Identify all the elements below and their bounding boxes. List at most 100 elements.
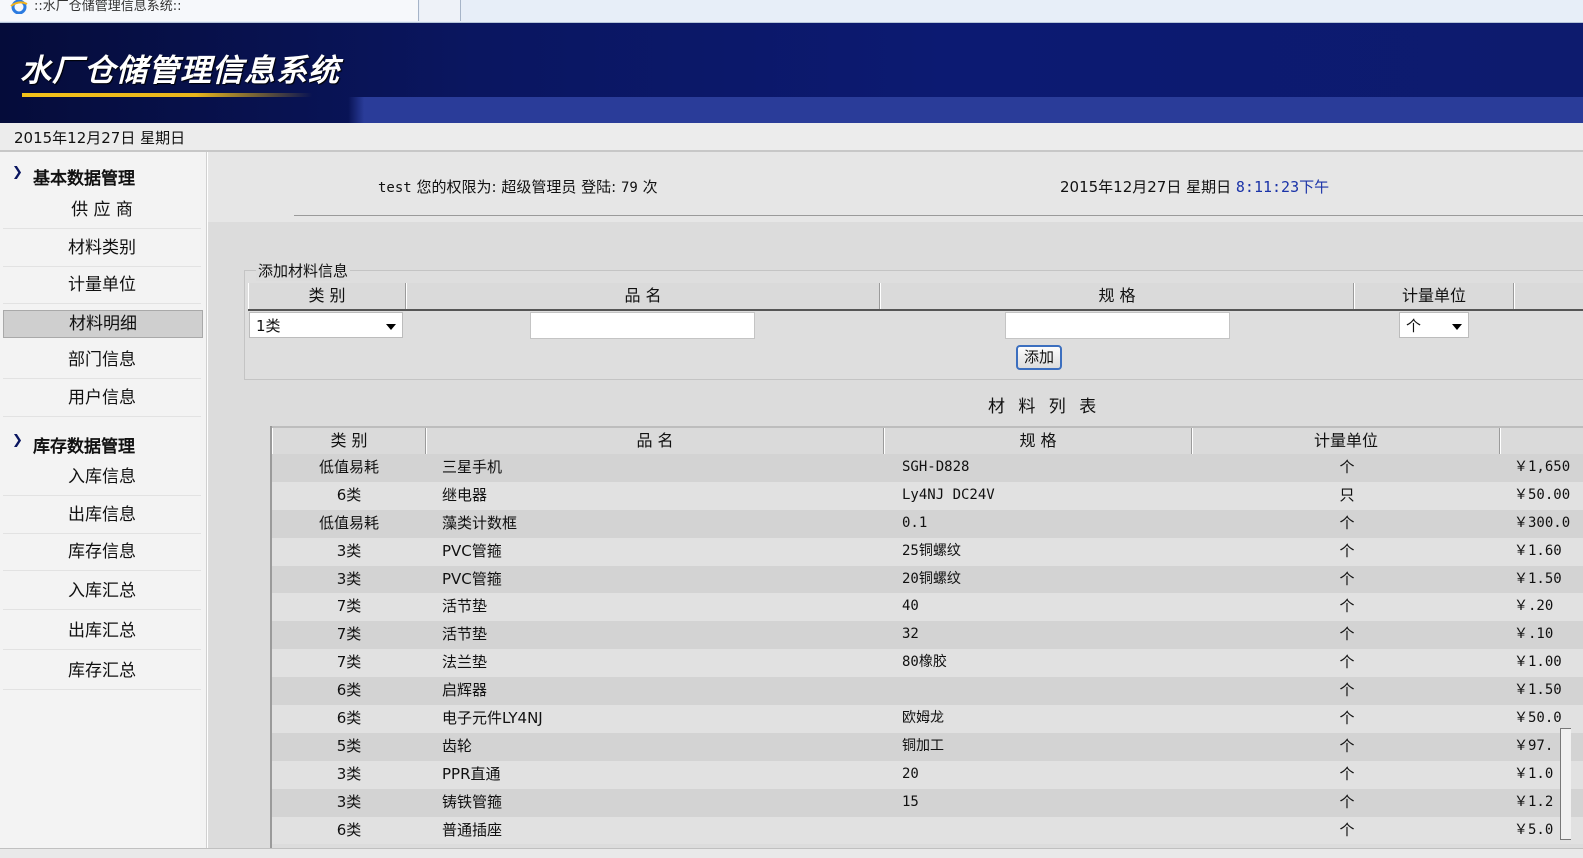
sidebar-section-basic-data[interactable]: ❯ 基本数据管理 <box>0 160 200 189</box>
browser-tab-bar: ::水厂仓储管理信息系统:: <box>0 0 1583 23</box>
cell-category: 5类 <box>336 736 362 755</box>
name-input[interactable] <box>530 312 755 339</box>
spec-input[interactable] <box>1005 312 1230 339</box>
col-header-spec: 规 格 <box>884 428 1192 454</box>
sidebar-item-stock-out[interactable]: 出库信息 <box>3 497 201 534</box>
col-header-price: 单 <box>1500 428 1583 454</box>
cell-price: ￥1,650 <box>1514 459 1571 475</box>
cell-category: 6类 <box>336 709 362 728</box>
sidebar-item-stock-in[interactable]: 入库信息 <box>3 459 201 496</box>
cell-spec: 80橡胶 <box>902 654 947 671</box>
browser-tab-title: ::水厂仓储管理信息系统:: <box>34 0 182 14</box>
cell-spec: Ly4NJ DC24V <box>902 486 995 503</box>
table-row[interactable]: 3类 PPR直通 20 个 ￥1.0 <box>272 760 1583 789</box>
cell-category: 3类 <box>336 541 362 560</box>
cell-price: ￥1.60 <box>1514 542 1562 559</box>
cell-price: ￥300.0 <box>1514 514 1571 531</box>
cell-category: 低值易耗 <box>318 513 379 532</box>
cell-unit: 个 <box>1339 709 1355 728</box>
divider <box>294 215 1583 216</box>
sidebar-item-supplier[interactable]: 供 应 商 <box>3 192 201 229</box>
sidebar-item-unit[interactable]: 计量单位 <box>3 267 201 304</box>
table-row[interactable]: 3类 PVC管箍 25铜螺纹 个 ￥1.60 <box>272 537 1583 566</box>
cell-name: 继电器 <box>442 485 488 504</box>
date-bar: 2015年12月27日 星期日 <box>0 123 1583 152</box>
table-row[interactable]: 7类 活节垫 32 个 ￥.10 <box>272 621 1583 650</box>
col-header-category: 类 别 <box>272 428 426 454</box>
new-tab-button[interactable] <box>420 0 461 21</box>
sidebar-item-inventory-summary[interactable]: 库存汇总 <box>3 653 201 690</box>
form-header-unit: 计量单位 <box>1354 283 1514 309</box>
header-time: 8:11:23下午 <box>1235 178 1330 196</box>
sidebar-item-user[interactable]: 用户信息 <box>3 380 201 417</box>
table-header: 类 别 品 名 规 格 计量单位 单 <box>272 426 1583 456</box>
cell-price: ￥5.0 <box>1514 821 1554 838</box>
sidebar-item-stock-out-summary[interactable]: 出库汇总 <box>3 613 201 650</box>
table-row[interactable]: 7类 法兰垫 80橡胶 个 ￥1.00 <box>272 649 1583 678</box>
table-row[interactable]: 6类 电子元件LY4NJ 欧姆龙 个 ￥50.0 <box>272 705 1583 733</box>
cell-spec: SGH-D828 <box>902 459 970 475</box>
cell-category: 6类 <box>336 485 362 504</box>
cell-unit: 个 <box>1339 541 1355 560</box>
scrollbar-fragment[interactable] <box>1560 728 1571 840</box>
cell-category: 6类 <box>336 681 362 700</box>
material-table: 类 别 品 名 规 格 计量单位 单 低值易耗 三星手机 SGH-D828 个 ￥1,6… <box>270 426 1583 856</box>
cell-name: PPR直通 <box>442 764 501 783</box>
cell-spec <box>902 817 1202 845</box>
chevron-right-icon: ❯ <box>12 165 23 180</box>
cell-spec: 15 <box>902 793 919 810</box>
sidebar-item-stock-in-summary[interactable]: 入库汇总 <box>3 573 201 610</box>
table-row[interactable]: 6类 普通插座 个 ￥5.0 <box>272 816 1583 845</box>
table-row[interactable]: 5类 齿轮 铜加工 个 ￥97. <box>272 732 1583 761</box>
cell-unit: 个 <box>1339 653 1355 672</box>
sidebar-section-inventory[interactable]: ❯ 库存数据管理 <box>0 428 200 457</box>
cell-name: 铸铁管箍 <box>442 792 503 811</box>
sidebar-section-title: 库存数据管理 <box>33 437 135 457</box>
table-row[interactable]: 6类 启辉器 个 ￥1.50 <box>272 677 1583 706</box>
cell-unit: 个 <box>1339 820 1355 839</box>
cell-spec: 40 <box>902 598 919 615</box>
header-banner: 水厂仓储管理信息系统 <box>0 23 1583 123</box>
dropdown-arrow-icon <box>386 324 396 330</box>
cell-spec: 铜加工 <box>902 737 944 754</box>
cell-price: ￥50.00 <box>1514 486 1571 503</box>
table-row[interactable]: 7类 活节垫 40 个 ￥.20 <box>272 593 1583 622</box>
cell-price: ￥.10 <box>1514 626 1554 643</box>
table-row[interactable]: 6类 继电器 Ly4NJ DC24V 只 ￥50.00 <box>272 481 1583 510</box>
form-header-extra <box>1514 283 1583 309</box>
table-row[interactable]: 低值易耗 三星手机 SGH-D828 个 ￥1,650 <box>272 454 1583 482</box>
cell-unit: 只 <box>1339 485 1355 504</box>
table-row[interactable]: 低值易耗 藻类计数框 0.1 个 ￥300.0 <box>272 509 1583 538</box>
col-header-unit: 计量单位 <box>1192 428 1500 454</box>
unit-select[interactable]: 个 <box>1399 312 1469 338</box>
category-select-value: 1类 <box>256 317 281 335</box>
cell-price: ￥1.50 <box>1514 570 1562 587</box>
cell-unit: 个 <box>1339 569 1355 588</box>
cell-unit: 个 <box>1339 597 1355 616</box>
cell-spec: 20 <box>902 765 919 782</box>
login-count: 79 <box>620 180 638 196</box>
category-select[interactable]: 1类 <box>249 312 403 338</box>
cell-name: 普通插座 <box>442 820 503 839</box>
cell-unit: 个 <box>1339 625 1355 644</box>
cell-name: PVC管箍 <box>442 569 502 588</box>
cell-category: 3类 <box>336 569 362 588</box>
table-row[interactable]: 3类 PVC管箍 20铜螺纹 个 ￥1.50 <box>272 565 1583 594</box>
cell-name: 法兰垫 <box>442 653 488 672</box>
sidebar-item-department[interactable]: 部门信息 <box>3 342 201 379</box>
sidebar-item-material-detail[interactable]: 材料明细 <box>3 310 203 338</box>
table-row[interactable]: 3类 铸铁管箍 15 个 ￥1.2 <box>272 788 1583 817</box>
add-form-header: 类 别 品 名 规 格 计量单位 <box>248 283 1583 311</box>
sidebar-item-material-category[interactable]: 材料类别 <box>3 230 201 267</box>
sidebar-item-inventory[interactable]: 库存信息 <box>3 534 201 571</box>
login-suffix: 次 <box>642 178 658 196</box>
cell-name: PVC管箍 <box>442 541 502 560</box>
material-list-title: 材 料 列 表 <box>988 397 1101 417</box>
unit-select-value: 个 <box>1406 317 1422 335</box>
cell-category: 3类 <box>336 792 362 811</box>
cell-name: 电子元件LY4NJ <box>442 709 543 728</box>
site-title: 水厂仓储管理信息系统 <box>20 53 340 89</box>
cell-spec: 20铜螺纹 <box>902 570 961 587</box>
add-button[interactable]: 添加 <box>1016 345 1062 370</box>
browser-tab[interactable]: ::水厂仓储管理信息系统:: <box>0 0 419 21</box>
